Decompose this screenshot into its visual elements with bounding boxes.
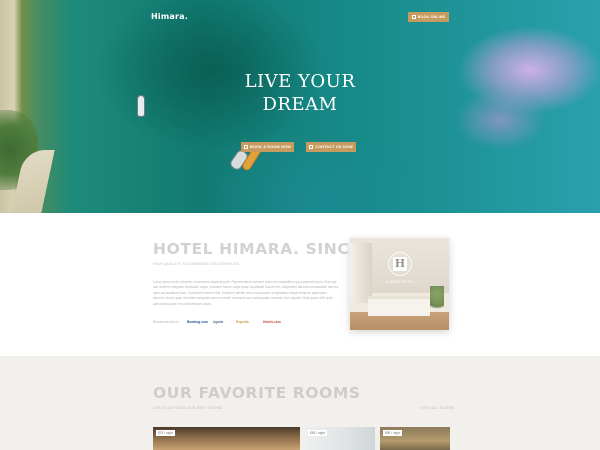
rooms-subtitle: CHECK OUT NOW OUR BEST ROOMS [153, 406, 223, 410]
book-online-button[interactable]: BOOK ONLINE [408, 12, 449, 22]
about-body: Lorem ipsum dolor sit amet, consectetur … [153, 280, 339, 306]
recommended-label: Recommended on [153, 320, 180, 324]
site-logo[interactable]: Himara. [151, 12, 188, 21]
hotel-room-photo: H HIMARA HOTEL [350, 238, 449, 330]
room-price-tag: $99 / night [383, 430, 402, 436]
partner-logo-agoda[interactable]: Agoda [213, 320, 223, 324]
rooms-section [0, 356, 600, 450]
partner-logo-booking[interactable]: Booking.com [187, 320, 208, 324]
boat-image [137, 95, 145, 117]
rooms-title: OUR FAVORITE ROOMS [153, 384, 361, 402]
view-all-rooms-link[interactable]: VIEW ALL ROOMS [421, 406, 454, 410]
hero-title: LIVE YOUR DREAM [200, 70, 400, 116]
contact-us-button[interactable]: CONTACT US NOW [306, 142, 356, 152]
book-room-button[interactable]: BOOK A ROOM NOW [241, 142, 294, 152]
hero-banner: Himara. BOOK ONLINE LIVE YOUR DREAM BOOK… [0, 0, 600, 213]
hero-title-line1: LIVE YOUR [244, 71, 356, 92]
room-bed [368, 296, 430, 316]
calendar-icon [411, 15, 416, 19]
hotel-emblem: H [388, 252, 412, 276]
room-card[interactable]: $89 / night [305, 427, 375, 450]
emblem-text: HIMARA HOTEL [385, 280, 415, 284]
room-plant [430, 286, 444, 314]
book-online-label: BOOK ONLINE [417, 15, 446, 19]
book-room-label: BOOK A ROOM NOW [249, 145, 292, 149]
partner-logo-hotels[interactable]: Hotels.com [263, 320, 281, 324]
hero-title-line2: DREAM [262, 94, 338, 115]
contact-us-label: CONTACT US NOW [315, 145, 353, 149]
room-price-tag: $79 / night [156, 430, 175, 436]
envelope-icon [309, 145, 314, 149]
emblem-letter: H [393, 257, 407, 271]
partner-logo-expedia[interactable]: Expedia [236, 320, 249, 324]
room-card[interactable]: $79 / night [153, 427, 300, 450]
about-subtitle: HIGH QUALITY ACCOMMODATION SERVICES [153, 262, 240, 266]
calendar-icon [243, 145, 248, 149]
room-price-tag: $89 / night [308, 430, 327, 436]
room-window [350, 243, 372, 303]
room-card[interactable]: $99 / night [380, 427, 450, 450]
